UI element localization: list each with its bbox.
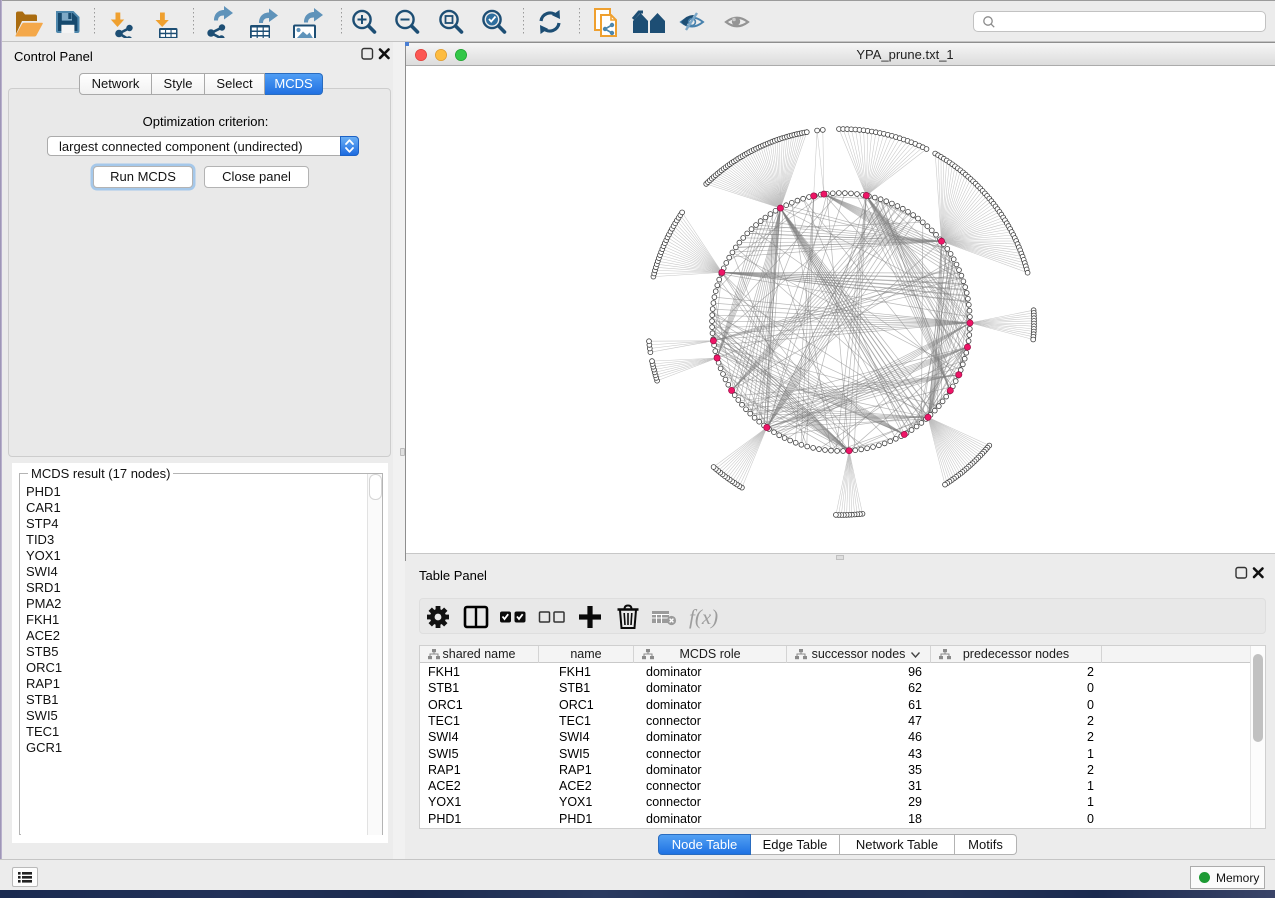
svg-text:f(x): f(x) xyxy=(689,605,718,629)
